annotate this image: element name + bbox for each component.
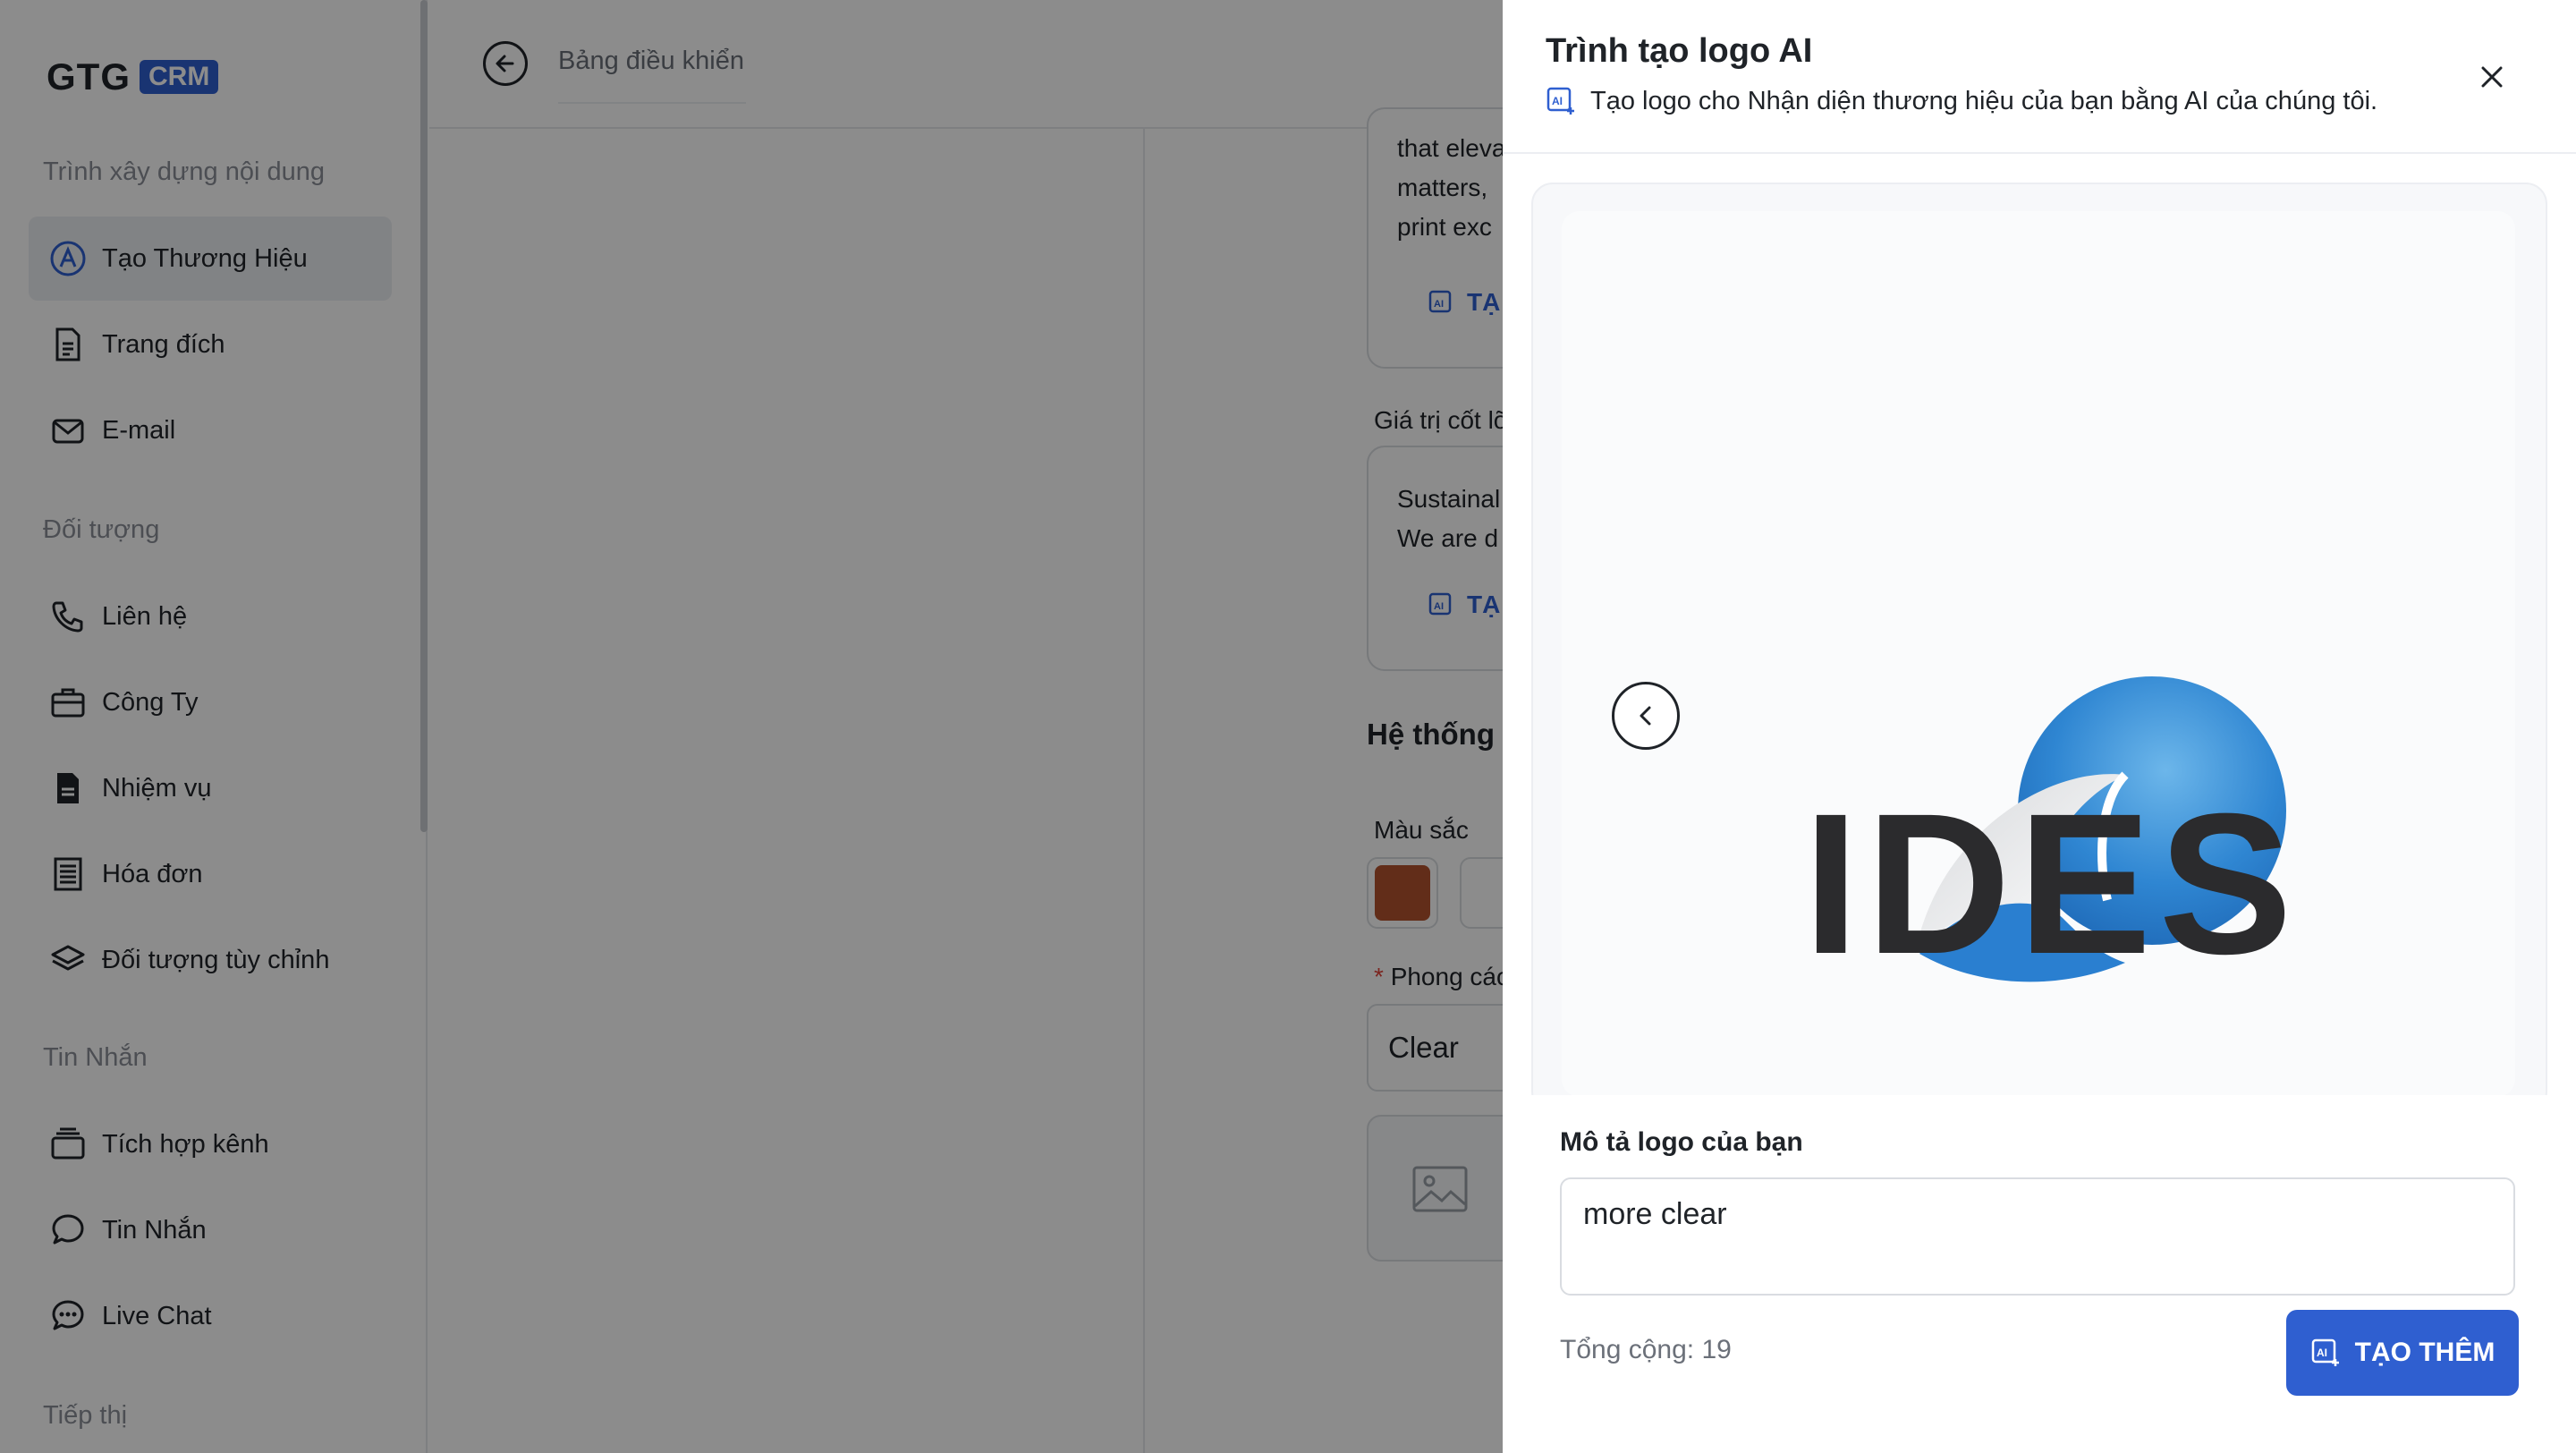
logo-description-input[interactable]: more clear bbox=[1560, 1177, 2515, 1296]
drawer-subtitle-text: Tạo logo cho Nhận diện thương hiệu của b… bbox=[1590, 86, 2378, 115]
logo-preview-panel: IDES bbox=[1531, 183, 2547, 1113]
modal-backdrop[interactable] bbox=[0, 0, 1503, 1453]
close-button[interactable] bbox=[2474, 59, 2510, 95]
generate-more-label: TẠO THÊM bbox=[2354, 1338, 2496, 1367]
close-icon bbox=[2481, 66, 2503, 88]
ai-sparkle-icon: AI bbox=[1546, 87, 1574, 115]
drawer-subtitle: AI Tạo logo cho Nhận diện thương hiệu củ… bbox=[1546, 86, 2377, 116]
svg-text:AI: AI bbox=[2317, 1347, 2327, 1359]
ai-sparkle-icon: AI bbox=[2311, 1338, 2339, 1366]
svg-text:AI: AI bbox=[1552, 95, 1563, 107]
logo-description-panel: Mô tả logo của bạn more clear Tổng cộng:… bbox=[1503, 1095, 2576, 1453]
ai-logo-drawer: Trình tạo logo AI AI Tạo logo cho Nhận d… bbox=[1503, 0, 2576, 1453]
drawer-title: Trình tạo logo AI bbox=[1546, 32, 1813, 70]
previous-logo-button[interactable] bbox=[1612, 682, 1680, 750]
total-count: Tổng cộng: 19 bbox=[1560, 1335, 1732, 1364]
generated-logo-text: IDES bbox=[1803, 772, 2300, 996]
drawer-divider bbox=[1503, 152, 2576, 154]
chevron-left-icon bbox=[1640, 706, 1651, 726]
logo-preview-image: IDES bbox=[1562, 211, 2515, 1097]
generate-more-button[interactable]: AI TẠO THÊM bbox=[2286, 1310, 2519, 1396]
description-label: Mô tả logo của bạn bbox=[1560, 1127, 1803, 1157]
